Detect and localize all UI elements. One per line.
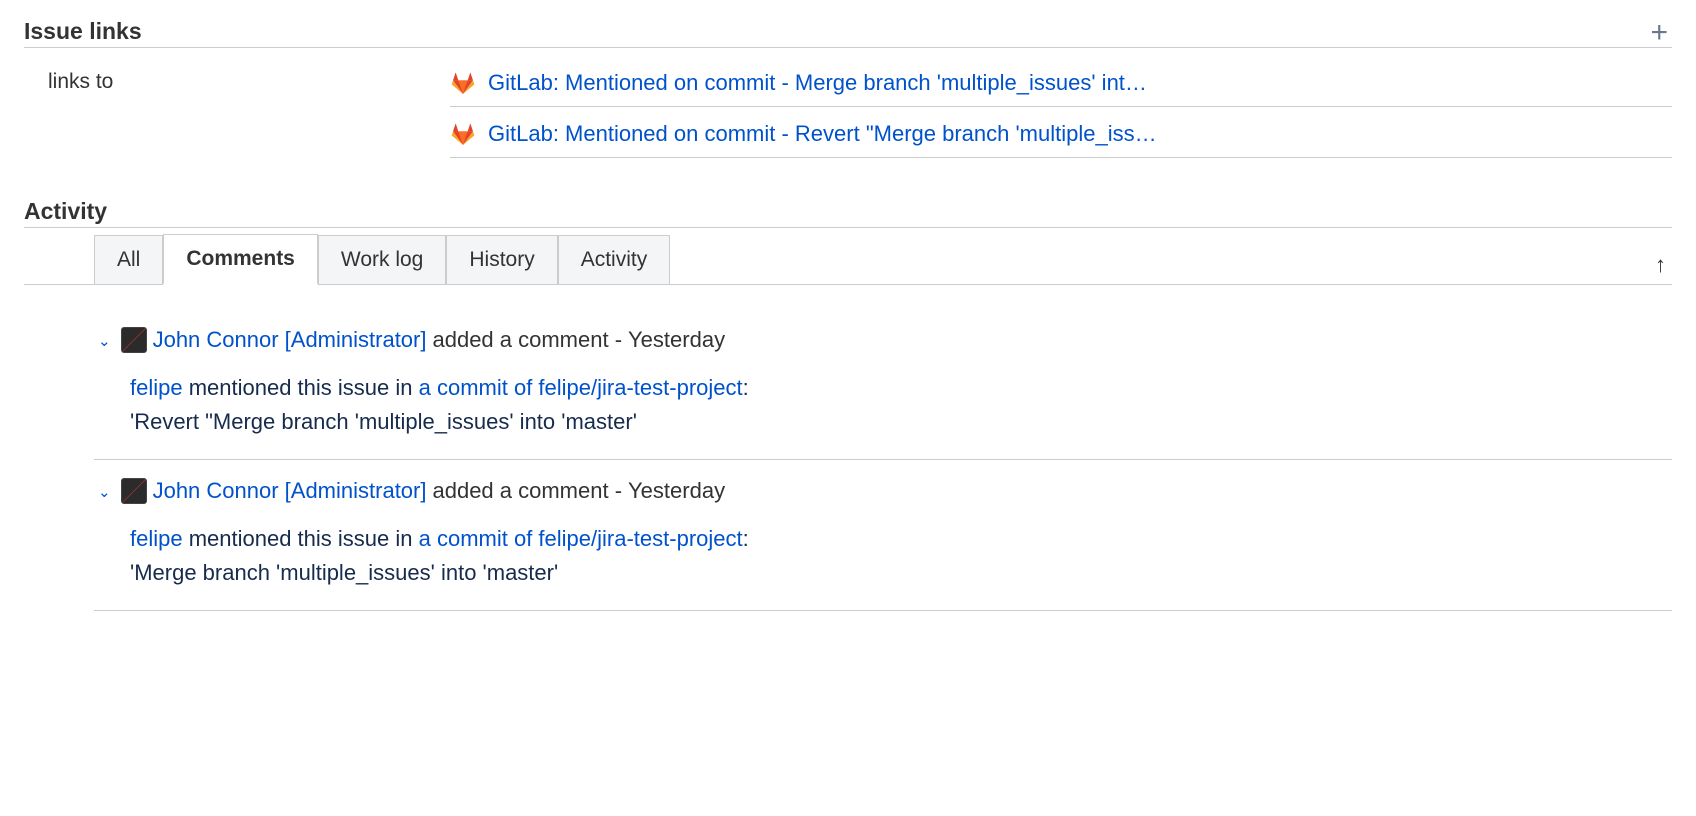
add-link-icon[interactable]: + <box>1646 23 1672 43</box>
commit-link[interactable]: a commit of felipe/jira-test-project <box>419 375 743 400</box>
comment-body-text: mentioned this issue in <box>183 375 419 400</box>
comment-body-text: mentioned this issue in <box>183 526 419 551</box>
comment-body: felipe mentioned this issue in a commit … <box>94 522 1672 590</box>
links-list: GitLab: Mentioned on commit - Merge bran… <box>450 56 1672 158</box>
issue-link-text[interactable]: GitLab: Mentioned on commit - Merge bran… <box>488 70 1147 96</box>
gitlab-icon <box>450 71 476 95</box>
avatar[interactable] <box>121 478 147 504</box>
mention-user-link[interactable]: felipe <box>130 526 183 551</box>
comment-body-colon: : <box>743 375 749 400</box>
tab-activity[interactable]: Activity <box>558 235 671 284</box>
tab-comments[interactable]: Comments <box>163 234 318 285</box>
issue-link-row[interactable]: GitLab: Mentioned on commit - Revert "Me… <box>450 107 1672 158</box>
comment-quote-text: 'Revert "Merge branch 'multiple_issues' … <box>130 409 637 434</box>
comment-action-text: added a comment - <box>432 478 622 504</box>
tab-all[interactable]: All <box>94 235 163 284</box>
mention-user-link[interactable]: felipe <box>130 375 183 400</box>
issue-link-text[interactable]: GitLab: Mentioned on commit - Revert "Me… <box>488 121 1157 147</box>
gitlab-icon <box>450 122 476 146</box>
collapse-icon[interactable]: ⌄ <box>94 483 115 501</box>
links-to-label: links to <box>48 56 450 158</box>
comments-list: ⌄ John Connor [Administrator] added a co… <box>24 285 1672 611</box>
comment-timestamp: Yesterday <box>628 327 725 353</box>
tab-worklog[interactable]: Work log <box>318 235 446 284</box>
activity-header: Activity <box>24 198 1672 228</box>
comment-timestamp: Yesterday <box>628 478 725 504</box>
comment-header: ⌄ John Connor [Administrator] added a co… <box>94 327 1672 353</box>
comment-body: felipe mentioned this issue in a commit … <box>94 371 1672 439</box>
comment-quote-text: 'Merge branch 'multiple_issues' into 'ma… <box>130 560 558 585</box>
comment-action-text: added a comment - <box>432 327 622 353</box>
comment-item: ⌄ John Connor [Administrator] added a co… <box>94 309 1672 460</box>
issue-links-title: Issue links <box>24 18 142 47</box>
comment-item: ⌄ John Connor [Administrator] added a co… <box>94 460 1672 611</box>
issue-links-header: Issue links + <box>24 18 1672 48</box>
scroll-top-icon[interactable]: ↑ <box>1655 252 1666 278</box>
comment-author-link[interactable]: John Connor [Administrator] <box>153 478 427 504</box>
comment-body-colon: : <box>743 526 749 551</box>
comment-author-link[interactable]: John Connor [Administrator] <box>153 327 427 353</box>
issue-link-row[interactable]: GitLab: Mentioned on commit - Merge bran… <box>450 56 1672 107</box>
activity-tabs: All Comments Work log History Activity ↑ <box>24 234 1672 285</box>
collapse-icon[interactable]: ⌄ <box>94 332 115 350</box>
comment-header: ⌄ John Connor [Administrator] added a co… <box>94 478 1672 504</box>
issue-links-block: links to GitLab: Mentioned on commit - M… <box>24 56 1672 158</box>
activity-title: Activity <box>24 198 107 227</box>
tab-history[interactable]: History <box>446 235 557 284</box>
commit-link[interactable]: a commit of felipe/jira-test-project <box>419 526 743 551</box>
avatar[interactable] <box>121 327 147 353</box>
